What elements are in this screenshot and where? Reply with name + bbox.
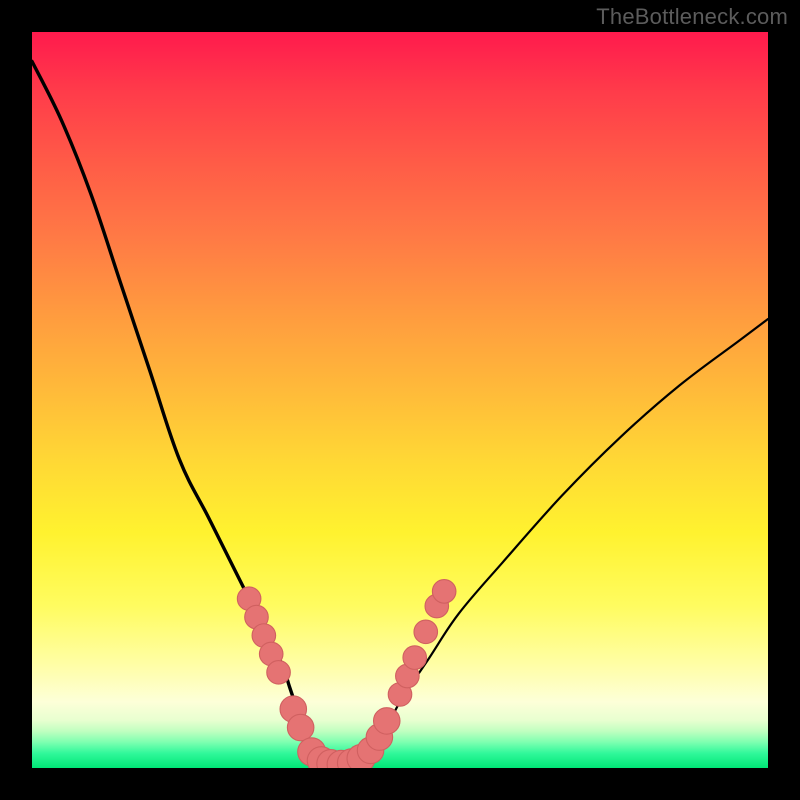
- data-marker: [374, 708, 400, 734]
- chart-svg: [32, 32, 768, 768]
- curve-layer: [32, 61, 768, 768]
- data-marker: [432, 580, 456, 604]
- data-marker: [287, 714, 313, 740]
- marker-layer: [237, 580, 456, 768]
- curve-right-curve: [356, 319, 768, 768]
- data-marker: [414, 620, 438, 644]
- data-marker: [403, 646, 427, 670]
- outer-frame: TheBottleneck.com: [0, 0, 800, 800]
- watermark-text: TheBottleneck.com: [596, 4, 788, 30]
- plot-area: [32, 32, 768, 768]
- data-marker: [267, 661, 291, 685]
